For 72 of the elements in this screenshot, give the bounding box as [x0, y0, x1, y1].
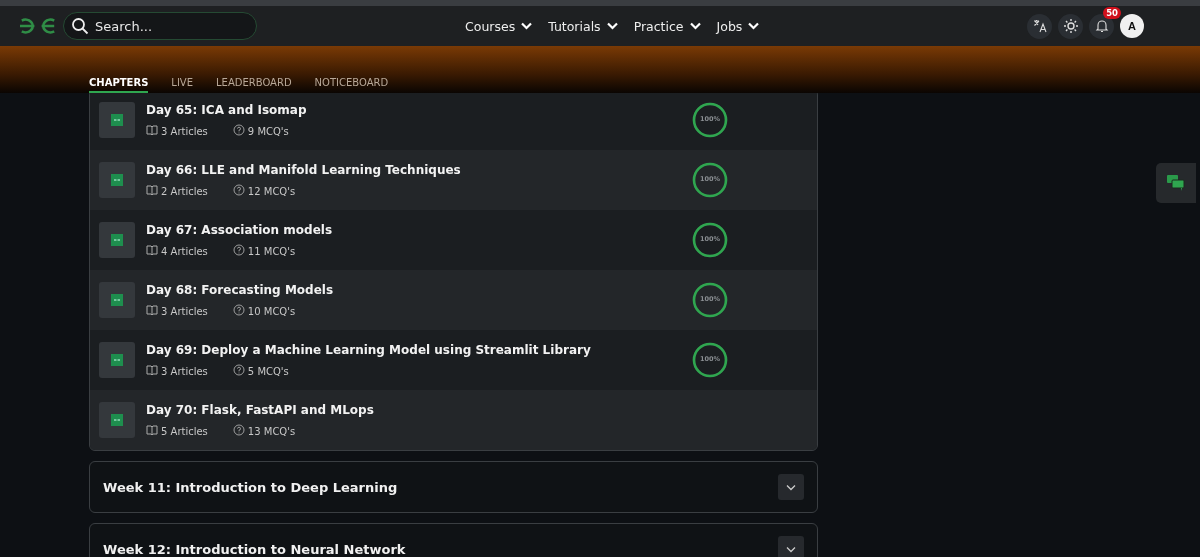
chat-icon — [1167, 175, 1185, 191]
chevron-down-icon — [521, 22, 533, 30]
course-logo-icon — [111, 294, 123, 306]
bell-icon — [1094, 19, 1109, 33]
nav-menu[interactable]: Courses — [465, 18, 533, 34]
chapter-row[interactable]: Day 70: Flask, FastAPI and MLops 5 Articles 13 MCQ's — [90, 390, 817, 450]
book-icon — [146, 124, 158, 136]
course-logo-icon — [111, 234, 123, 246]
progress-ring — [692, 222, 728, 258]
chevron-icon — [786, 483, 796, 491]
chevron-down-icon — [689, 22, 701, 30]
mcq-count: 9 MCQ's — [247, 126, 289, 137]
avatar-button[interactable]: A — [1120, 14, 1144, 38]
week-accordion[interactable]: Week 12: Introduction to Neural Network — [89, 523, 818, 557]
expand-button[interactable] — [778, 536, 804, 557]
book-icon — [146, 244, 158, 256]
progress-ring — [692, 102, 728, 138]
chapter-title: Day 69: Deploy a Machine Learning Model using Streamlit Library — [146, 343, 592, 357]
translate-button[interactable] — [1027, 13, 1052, 39]
chapter-title: Day 70: Flask, FastAPI and MLops — [146, 403, 375, 417]
mcq-count: 5 MCQ's — [247, 366, 289, 377]
week-title: Week 12: Introduction to Neural Network — [103, 541, 406, 557]
progress-ring — [692, 342, 728, 378]
question-icon — [232, 304, 245, 316]
nav-menu[interactable]: Practice — [633, 18, 701, 34]
nav-menu[interactable]: Tutorials — [548, 18, 618, 34]
question-icon — [232, 124, 245, 136]
chat-button[interactable] — [1156, 163, 1196, 203]
sun-icon — [1062, 18, 1079, 34]
book-icon — [146, 424, 158, 436]
chevron-icon — [786, 545, 796, 553]
article-count: 3 Articles — [161, 126, 208, 137]
article-count: 3 Articles — [161, 306, 208, 317]
week-title: Week 11: Introduction to Deep Learning — [103, 479, 398, 495]
progress-ring — [692, 282, 728, 318]
chevron-down-icon — [606, 22, 618, 30]
mcq-count: 13 MCQ's — [247, 426, 296, 437]
week-accordion[interactable]: Week 11: Introduction to Deep Learning — [89, 461, 818, 513]
tab[interactable]: NOTICEBOARD — [314, 77, 389, 93]
chapter-title: Day 68: Forecasting Models — [146, 283, 335, 297]
theme-button[interactable] — [1058, 13, 1083, 39]
question-icon — [232, 424, 245, 436]
expand-button[interactable] — [778, 474, 804, 500]
article-count: 5 Articles — [161, 426, 208, 437]
mcq-count: 10 MCQ's — [247, 306, 296, 317]
logo-icon[interactable] — [18, 17, 58, 35]
course-logo-icon — [111, 174, 123, 186]
course-logo-icon — [111, 414, 123, 426]
tab[interactable]: LEADERBOARD — [216, 77, 292, 93]
progress-ring — [692, 162, 728, 198]
mcq-count: 11 MCQ's — [247, 246, 296, 257]
mcq-count: 12 MCQ's — [247, 186, 296, 197]
course-logo-icon — [111, 114, 123, 126]
nav-menu[interactable]: Jobs — [716, 18, 760, 34]
chevron-down-icon — [748, 22, 760, 30]
question-icon — [232, 184, 245, 196]
chapter-title: Day 66: LLE and Manifold Learning Techniques — [146, 163, 462, 177]
notification-count: 50 — [1103, 6, 1121, 19]
book-icon — [146, 184, 158, 196]
chapter-title: Day 67: Association models — [146, 223, 334, 237]
translate-icon — [1032, 19, 1047, 33]
question-icon — [232, 244, 245, 256]
article-count: 4 Articles — [161, 246, 208, 257]
question-icon — [232, 364, 245, 376]
tab[interactable]: LIVE — [171, 77, 194, 93]
article-count: 2 Articles — [161, 186, 208, 197]
article-count: 3 Articles — [161, 366, 208, 377]
search-field[interactable]: Search... — [63, 12, 257, 40]
course-logo-icon — [111, 354, 123, 366]
book-icon — [146, 304, 158, 316]
chapter-title: Day 65: ICA and Isomap — [146, 103, 308, 117]
book-icon — [146, 364, 158, 376]
